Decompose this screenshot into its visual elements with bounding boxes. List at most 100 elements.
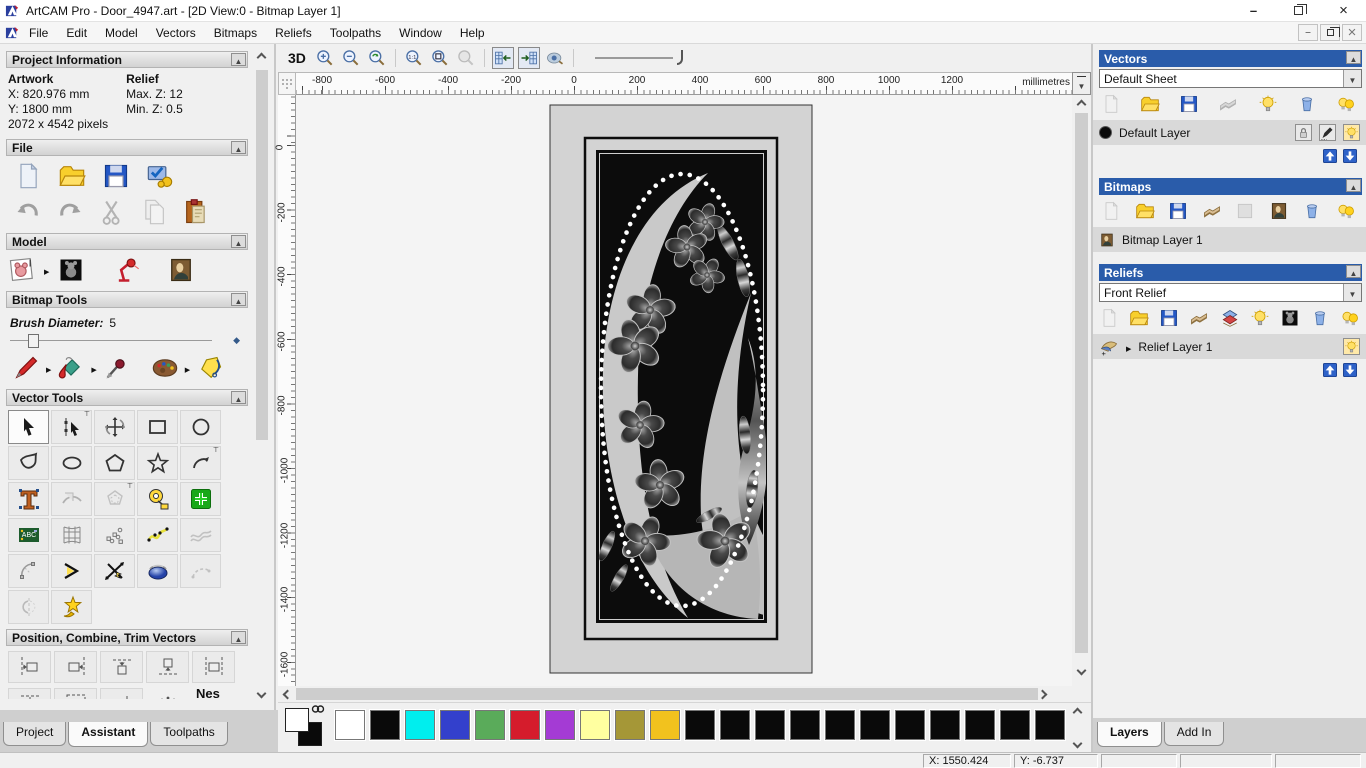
distribute-button[interactable] bbox=[146, 688, 189, 699]
collapse-button[interactable] bbox=[231, 141, 246, 154]
collapse-button[interactable] bbox=[1346, 265, 1361, 278]
transform-tool[interactable] bbox=[94, 410, 135, 444]
scrollbar-thumb[interactable] bbox=[256, 70, 268, 440]
add-vector-tool[interactable] bbox=[180, 482, 221, 516]
copy-icon[interactable] bbox=[140, 198, 168, 226]
snap-layer-button[interactable] bbox=[1319, 124, 1336, 141]
draw-shape-icon[interactable] bbox=[196, 354, 224, 382]
merge-layers-icon[interactable] bbox=[1218, 94, 1238, 114]
layer-name[interactable]: Bitmap Layer 1 bbox=[1122, 233, 1203, 247]
palette-swatch-12[interactable] bbox=[755, 710, 785, 740]
align-centre-h-button[interactable] bbox=[192, 651, 235, 683]
ruler-origin-button[interactable] bbox=[278, 72, 296, 95]
scroll-up-icon[interactable] bbox=[1077, 100, 1087, 110]
paste-along-curve-tool[interactable] bbox=[94, 518, 135, 552]
text-on-curve-tool[interactable] bbox=[51, 482, 92, 516]
scroll-up-icon[interactable] bbox=[257, 53, 267, 63]
vectors-header[interactable]: Vectors bbox=[1099, 50, 1362, 67]
layer-visibility-button[interactable] bbox=[1343, 124, 1360, 141]
arc-tool[interactable]: ⊤ bbox=[180, 446, 221, 480]
weave-tool[interactable] bbox=[137, 554, 178, 588]
toggle-3d-view-button[interactable]: 3D bbox=[284, 49, 310, 67]
slider-handle[interactable] bbox=[677, 50, 683, 65]
dashed-curve-tool[interactable] bbox=[180, 554, 221, 588]
flyout-arrow-icon[interactable] bbox=[46, 361, 51, 375]
palette-scroll-down-icon[interactable] bbox=[1072, 739, 1082, 749]
select-tool[interactable] bbox=[8, 410, 49, 444]
open-icon[interactable] bbox=[1135, 201, 1155, 221]
tab-add-in[interactable]: Add In bbox=[1164, 722, 1225, 746]
mdi-restore-button[interactable] bbox=[1320, 24, 1340, 41]
save-icon[interactable] bbox=[1168, 201, 1188, 221]
lock-layer-button[interactable] bbox=[1295, 124, 1312, 141]
wave-tool[interactable] bbox=[180, 518, 221, 552]
horizontal-scrollbar[interactable] bbox=[278, 686, 1072, 702]
layer-name[interactable]: Relief Layer 1 bbox=[1138, 340, 1212, 354]
layer-visibility-button[interactable] bbox=[1343, 338, 1360, 355]
palette-icon[interactable] bbox=[151, 354, 179, 382]
delete-layer-icon[interactable] bbox=[1297, 94, 1317, 114]
layer-colour-chip[interactable] bbox=[1099, 126, 1112, 139]
move-layer-up-icon[interactable] bbox=[1322, 148, 1338, 164]
save-icon[interactable] bbox=[1159, 308, 1179, 328]
bisector-tool[interactable] bbox=[51, 554, 92, 588]
show-all-layers-icon[interactable] bbox=[1336, 94, 1356, 114]
open-file-icon[interactable] bbox=[58, 162, 86, 190]
palette-swatch-14[interactable] bbox=[825, 710, 855, 740]
new-model-icon[interactable] bbox=[14, 162, 42, 190]
stack-layers-icon[interactable] bbox=[1220, 308, 1240, 328]
toggle-visibility-icon[interactable] bbox=[1258, 94, 1278, 114]
section-bitmap-tools[interactable]: Bitmap Tools bbox=[6, 291, 248, 308]
bitmap-image-icon[interactable] bbox=[1269, 201, 1289, 221]
cut-icon[interactable] bbox=[98, 198, 126, 226]
text-tool[interactable] bbox=[8, 482, 49, 516]
scroll-left-icon[interactable] bbox=[283, 689, 293, 699]
sheet-select[interactable]: Default Sheet bbox=[1099, 69, 1362, 88]
units-dropdown-button[interactable] bbox=[1072, 72, 1091, 95]
palette-swatch-10[interactable] bbox=[685, 710, 715, 740]
polyline-tool[interactable] bbox=[8, 446, 49, 480]
ellipse-tool[interactable] bbox=[51, 446, 92, 480]
opacity-slider[interactable] bbox=[595, 50, 690, 66]
tab-project[interactable]: Project bbox=[3, 722, 66, 746]
relief-select[interactable]: Front Relief bbox=[1099, 283, 1362, 302]
open-icon[interactable] bbox=[1140, 94, 1160, 114]
node-edit-tool[interactable]: ⊤ bbox=[51, 410, 92, 444]
flyout-arrow-icon[interactable] bbox=[185, 361, 190, 375]
restore-button[interactable] bbox=[1276, 0, 1321, 21]
vector-layer-row[interactable]: Default Layer bbox=[1093, 120, 1366, 145]
save-icon[interactable] bbox=[1179, 94, 1199, 114]
palette-swatch-1[interactable] bbox=[370, 710, 400, 740]
palette-swatch-4[interactable] bbox=[475, 710, 505, 740]
layer-name[interactable]: Default Layer bbox=[1119, 126, 1190, 140]
snap-right-button[interactable] bbox=[518, 47, 540, 69]
centre-in-page-button[interactable] bbox=[54, 688, 97, 699]
star-tool[interactable] bbox=[137, 446, 178, 480]
dropdown-button[interactable] bbox=[1343, 70, 1361, 87]
palette-swatch-8[interactable] bbox=[615, 710, 645, 740]
collapse-button[interactable] bbox=[1346, 51, 1361, 64]
collapse-button[interactable] bbox=[231, 235, 246, 248]
align-left-button[interactable] bbox=[8, 651, 51, 683]
wrap-star-tool[interactable] bbox=[51, 590, 92, 624]
centre-v-button[interactable] bbox=[8, 688, 51, 699]
menu-item-file[interactable]: File bbox=[20, 24, 57, 42]
menu-item-bitmaps[interactable]: Bitmaps bbox=[205, 24, 266, 42]
palette-swatch-5[interactable] bbox=[510, 710, 540, 740]
expand-icon[interactable] bbox=[1126, 340, 1131, 354]
lighting-icon[interactable] bbox=[113, 256, 141, 284]
dropdown-button[interactable] bbox=[1343, 284, 1361, 301]
measure-tool[interactable] bbox=[137, 482, 178, 516]
circle-tool[interactable] bbox=[180, 410, 221, 444]
zoom-in-button[interactable] bbox=[314, 47, 336, 69]
primary-colour[interactable] bbox=[285, 708, 309, 732]
palette-swatch-19[interactable] bbox=[1000, 710, 1030, 740]
blank-layer-icon[interactable] bbox=[1235, 201, 1255, 221]
trim-tool[interactable] bbox=[94, 554, 135, 588]
collapse-button[interactable] bbox=[1346, 179, 1361, 192]
collapse-button[interactable] bbox=[231, 631, 246, 644]
rectangle-tool[interactable] bbox=[137, 410, 178, 444]
flyout-arrow-icon[interactable] bbox=[91, 361, 96, 375]
tab-toolpaths[interactable]: Toolpaths bbox=[150, 722, 227, 746]
palette-swatch-15[interactable] bbox=[860, 710, 890, 740]
